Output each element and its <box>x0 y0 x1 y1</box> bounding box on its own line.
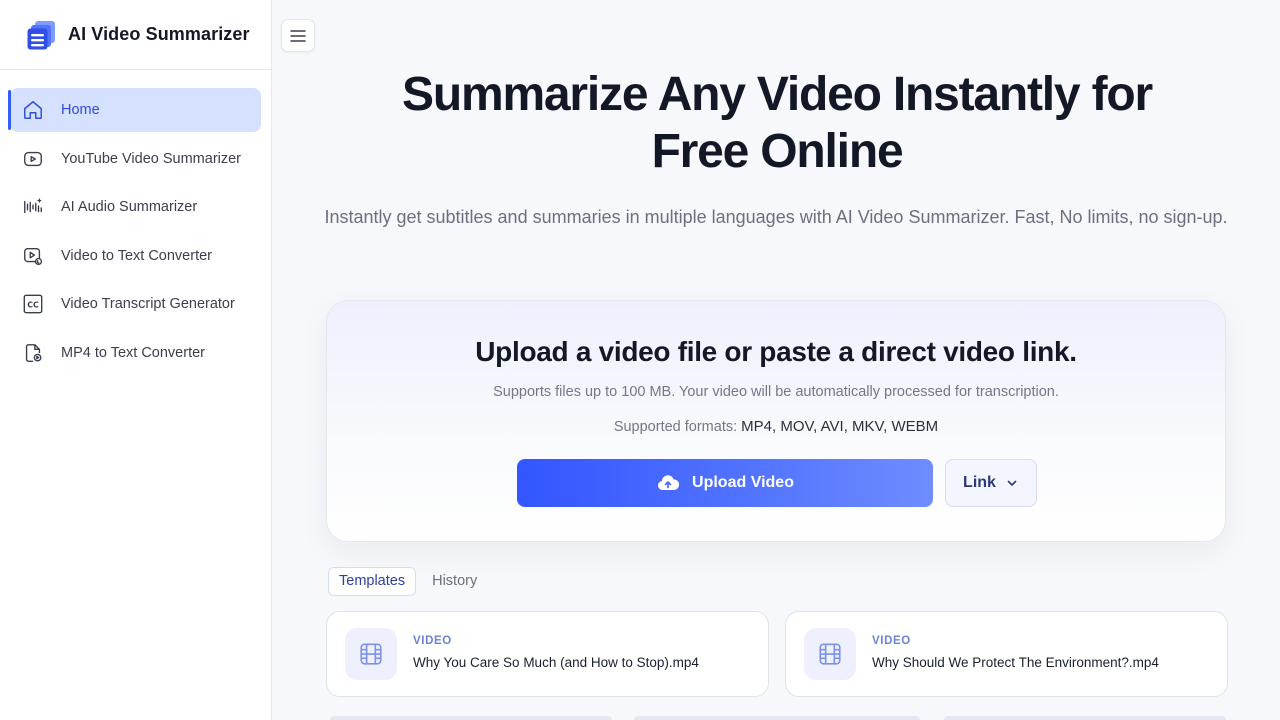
template-name: Why Should We Protect The Environment?.m… <box>872 655 1159 670</box>
template-kind: VIDEO <box>413 635 452 647</box>
main-content: Summarize Any Video Instantly for Free O… <box>272 0 1280 720</box>
hamburger-menu-icon <box>290 29 306 42</box>
film-icon <box>804 628 856 680</box>
next-card-peek <box>330 716 612 720</box>
sidebar-item-transcript-generator[interactable]: CC Video Transcript Generator <box>10 282 261 326</box>
supported-formats: Supported formats: MP4, MOV, AVI, MKV, W… <box>327 418 1225 435</box>
upload-card: Upload a video file or paste a direct vi… <box>326 300 1226 542</box>
link-dropdown-button[interactable]: Link <box>945 459 1037 507</box>
sidebar-item-label: YouTube Video Summarizer <box>61 150 242 167</box>
youtube-icon <box>22 148 44 170</box>
sidebar-item-label: Video to Text Converter <box>61 247 212 264</box>
sidebar-item-label: MP4 to Text Converter <box>61 344 205 361</box>
template-kind: VIDEO <box>872 635 911 647</box>
file-icon <box>22 342 44 364</box>
formats-label: Supported formats: <box>613 419 738 435</box>
menu-toggle-button[interactable] <box>281 19 315 52</box>
film-icon <box>345 628 397 680</box>
brand[interactable]: AI Video Summarizer <box>0 0 271 70</box>
content-tabs: Templates History <box>328 566 487 596</box>
svg-text:CC: CC <box>27 301 39 310</box>
home-icon <box>22 99 44 121</box>
sidebar-item-home[interactable]: Home <box>8 88 261 132</box>
page-subtitle: Instantly get subtitles and summaries in… <box>324 207 1228 227</box>
template-card[interactable]: VIDEO Why You Care So Much (and How to S… <box>326 611 769 697</box>
chevron-down-icon <box>1007 480 1017 486</box>
sidebar-item-label: Video Transcript Generator <box>61 296 235 312</box>
video-text-icon <box>22 245 44 267</box>
next-card-peek <box>944 716 1226 720</box>
sidebar-item-mp4-to-text[interactable]: MP4 to Text Converter <box>10 331 261 375</box>
page-title-line2: Free Online <box>651 125 904 178</box>
upload-video-label: Upload Video <box>692 474 794 491</box>
link-label: Link <box>963 474 996 491</box>
audio-wave-icon <box>22 196 44 218</box>
upload-video-button[interactable]: Upload Video <box>517 459 933 507</box>
cc-icon: CC <box>22 293 44 315</box>
tab-templates[interactable]: Templates <box>328 566 417 596</box>
cloud-upload-icon <box>658 475 680 490</box>
sidebar-item-audio-summarizer[interactable]: AI Audio Summarizer <box>10 185 261 229</box>
brand-name: AI Video Summarizer <box>68 24 250 44</box>
template-card[interactable]: VIDEO Why Should We Protect The Environm… <box>785 611 1228 697</box>
upload-title: Upload a video file or paste a direct vi… <box>475 336 1077 367</box>
sidebar-item-label: AI Audio Summarizer <box>61 199 198 215</box>
formats-value: MP4, MOV, AVI, MKV, WEBM <box>741 418 939 435</box>
next-card-peek <box>634 716 920 720</box>
upload-note: Supports files up to 100 MB. Your video … <box>493 384 1059 400</box>
sidebar: AI Video Summarizer Home YouTube Video S… <box>0 0 272 720</box>
sidebar-nav: Home YouTube Video Summarizer AI Audio S… <box>0 70 271 375</box>
stacked-layers-icon <box>27 20 55 49</box>
tab-history[interactable]: History <box>422 567 487 596</box>
template-name: Why You Care So Much (and How to Stop).m… <box>413 655 699 670</box>
page-title-line1: Summarize Any Video Instantly for <box>402 68 1153 121</box>
sidebar-item-label: Home <box>61 102 100 118</box>
sidebar-item-video-to-text[interactable]: Video to Text Converter <box>10 234 261 278</box>
page-title: Summarize Any Video Instantly for Free O… <box>332 66 1222 180</box>
sidebar-item-youtube-summarizer[interactable]: YouTube Video Summarizer <box>10 137 261 181</box>
